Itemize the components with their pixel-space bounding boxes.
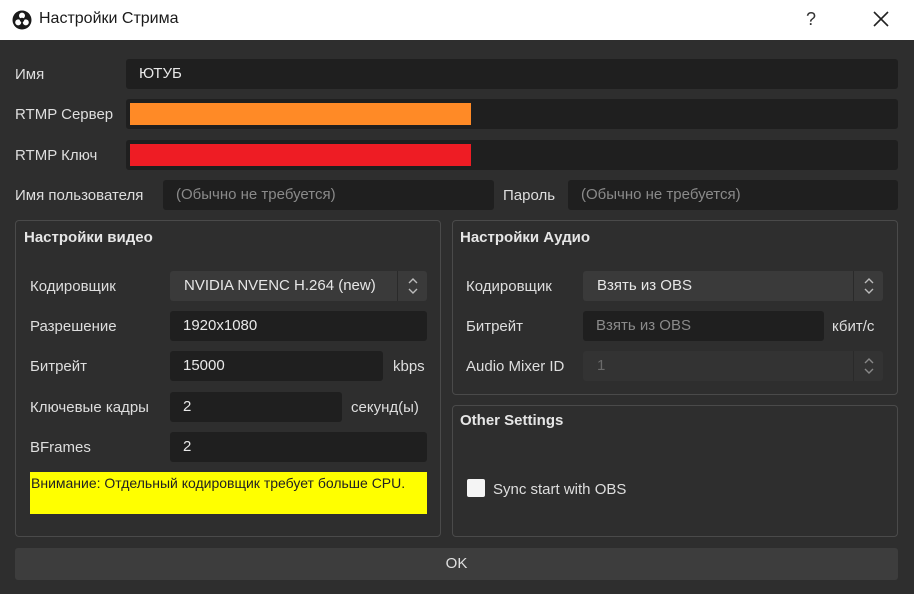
video-encoder-label: Кодировщик bbox=[30, 278, 116, 295]
server-redaction-bar bbox=[130, 103, 471, 125]
encoder-warning: Внимание: Отдельный кодировщик требует б… bbox=[30, 472, 427, 514]
name-label: Имя bbox=[15, 66, 45, 83]
other-settings-title: Other Settings bbox=[460, 412, 564, 429]
spinner-arrows-icon bbox=[853, 271, 883, 301]
resolution-label: Разрешение bbox=[30, 318, 117, 335]
video-encoder-select[interactable]: NVIDIA NVENC H.264 (new) bbox=[170, 271, 427, 301]
obs-logo-icon bbox=[12, 10, 32, 30]
username-label: Имя пользователя bbox=[15, 187, 144, 204]
audio-bitrate-label: Битрейт bbox=[466, 318, 524, 335]
rtmp-server-input[interactable] bbox=[126, 99, 898, 129]
close-button[interactable] bbox=[862, 2, 900, 36]
password-input[interactable]: (Обычно не требуется) bbox=[568, 180, 898, 210]
help-button[interactable]: ? bbox=[796, 4, 826, 34]
key-redaction-bar bbox=[130, 144, 471, 166]
rtmp-server-label: RTMP Сервер bbox=[15, 106, 114, 123]
ok-button[interactable]: OK bbox=[15, 548, 898, 580]
title-bar: Настройки Стрима ? bbox=[0, 0, 914, 40]
audio-bitrate-unit: кбит/с bbox=[832, 318, 875, 335]
keyframes-unit: секунд(ы) bbox=[351, 399, 419, 416]
audio-encoder-value: Взять из OBS bbox=[597, 277, 692, 294]
bframes-label: BFrames bbox=[30, 439, 91, 456]
window-title: Настройки Стрима bbox=[39, 10, 179, 27]
resolution-input[interactable]: 1920x1080 bbox=[170, 311, 427, 341]
keyframes-input[interactable]: 2 bbox=[170, 392, 342, 422]
rtmp-key-label: RTMP Ключ bbox=[15, 147, 98, 164]
audio-mixer-value: 1 bbox=[597, 357, 606, 374]
close-icon bbox=[873, 11, 889, 27]
spinner-arrows-icon bbox=[397, 271, 427, 301]
audio-encoder-select[interactable]: Взять из OBS bbox=[583, 271, 883, 301]
audio-bitrate-input[interactable]: Взять из OBS bbox=[583, 311, 824, 341]
bframes-input[interactable]: 2 bbox=[170, 432, 427, 462]
password-label: Пароль bbox=[503, 187, 556, 204]
video-bitrate-unit: kbps bbox=[393, 358, 425, 375]
video-bitrate-label: Битрейт bbox=[30, 358, 88, 375]
keyframes-label: Ключевые кадры bbox=[30, 399, 149, 416]
sync-start-checkbox[interactable] bbox=[467, 479, 485, 497]
video-settings-title: Настройки видео bbox=[24, 229, 153, 246]
audio-settings-title: Настройки Аудио bbox=[460, 229, 591, 246]
name-input[interactable]: ЮТУБ bbox=[126, 59, 898, 89]
audio-encoder-label: Кодировщик bbox=[466, 278, 552, 295]
audio-mixer-label: Audio Mixer ID bbox=[466, 358, 565, 375]
video-bitrate-input[interactable]: 15000 bbox=[170, 351, 383, 381]
audio-mixer-select[interactable]: 1 bbox=[583, 351, 883, 381]
spinner-arrows-icon bbox=[853, 351, 883, 381]
sync-start-label[interactable]: Sync start with OBS bbox=[493, 481, 626, 498]
video-encoder-value: NVIDIA NVENC H.264 (new) bbox=[184, 277, 376, 294]
rtmp-key-input[interactable] bbox=[126, 140, 898, 170]
username-input[interactable]: (Обычно не требуется) bbox=[163, 180, 494, 210]
